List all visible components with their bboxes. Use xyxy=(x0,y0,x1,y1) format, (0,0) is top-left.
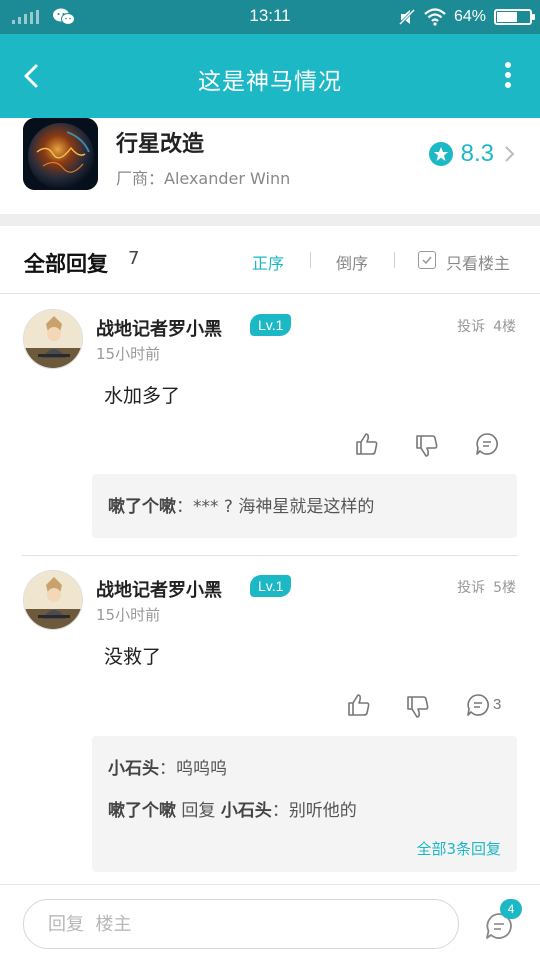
reply-post: 战地记者罗小黑 Lv.1 15小时前 投诉 4楼 水加多了 嗽了个嗽：*** ?… xyxy=(0,295,540,555)
mute-icon xyxy=(398,8,416,26)
sub-reply[interactable]: 嗽了个嗽 回复 小石头：别听他的 xyxy=(108,796,357,821)
thumbs-up-icon[interactable] xyxy=(354,431,380,457)
sub-reply-author[interactable]: 小石头 xyxy=(108,759,159,779)
section-divider xyxy=(0,214,540,226)
sub-reply[interactable]: 小石头：呜呜呜 xyxy=(108,754,227,779)
comment-icon[interactable] xyxy=(465,692,491,718)
battery-percent: 64% xyxy=(453,8,486,25)
report-link[interactable]: 投诉 xyxy=(457,316,485,336)
replies-title: 全部回复 xyxy=(24,252,108,276)
rating-score: 8.3 xyxy=(460,140,494,167)
sort-ascending-tab[interactable]: 正序 xyxy=(252,250,284,274)
divider xyxy=(310,252,311,268)
game-rating[interactable]: 8.3 xyxy=(428,140,516,168)
all-replies-link[interactable]: 全部3条回复 xyxy=(416,838,501,859)
thumbs-down-icon[interactable] xyxy=(405,694,431,720)
sub-reply-verb: 回复 xyxy=(181,801,216,821)
more-vertical-icon[interactable] xyxy=(504,62,512,90)
thumbs-up-icon[interactable] xyxy=(346,692,372,718)
sub-reply-target[interactable]: 小石头 xyxy=(221,801,272,821)
replies-header: 全部回复 7 正序 倒序 只看楼主 xyxy=(0,226,540,294)
avatar[interactable] xyxy=(23,309,83,369)
unread-badge: 4 xyxy=(500,899,522,919)
reply-input[interactable] xyxy=(23,899,459,949)
page-title: 这是神马情况 xyxy=(198,69,342,95)
owner-only-checkbox[interactable] xyxy=(418,251,436,269)
level-badge: Lv.1 xyxy=(250,575,292,597)
game-info-card[interactable]: 行星改造 厂商：Alexander Winn 8.3 xyxy=(0,118,540,214)
floor-number: 5楼 xyxy=(493,580,516,596)
post-time: 15小时前 xyxy=(96,606,161,624)
sub-reply-text: 呜呜呜 xyxy=(176,759,227,779)
chevron-right-icon xyxy=(505,146,515,162)
report-link[interactable]: 投诉 xyxy=(457,577,485,597)
status-icons: 64% xyxy=(398,6,535,28)
username[interactable]: 战地记者罗小黑 xyxy=(96,315,222,341)
post-meta: 投诉 5楼 xyxy=(457,577,516,597)
sub-reply-author[interactable]: 嗽了个嗽 xyxy=(108,497,176,517)
post-body: 没救了 xyxy=(104,646,162,668)
replies-count: 7 xyxy=(128,248,140,269)
sub-reply-text: *** ? 海神星就是这样的 xyxy=(193,497,375,517)
username[interactable]: 战地记者罗小黑 xyxy=(96,576,222,602)
level-badge: Lv.1 xyxy=(250,314,292,336)
sub-replies-box[interactable]: 嗽了个嗽：*** ? 海神星就是这样的 xyxy=(92,474,517,538)
post-meta: 投诉 4楼 xyxy=(457,316,516,336)
avatar[interactable] xyxy=(23,570,83,630)
sub-reply[interactable]: 嗽了个嗽：*** ? 海神星就是这样的 xyxy=(108,492,374,517)
comment-count: 3 xyxy=(493,696,502,713)
bottom-bar: 4 xyxy=(0,884,540,960)
game-icon[interactable] xyxy=(23,118,98,190)
comment-icon[interactable] xyxy=(474,431,500,457)
divider xyxy=(394,252,395,268)
sub-reply-author[interactable]: 嗽了个嗽 xyxy=(108,801,176,821)
game-developer: 厂商：Alexander Winn xyxy=(116,169,291,188)
sub-reply-text: 别听他的 xyxy=(288,801,357,821)
thumbs-down-icon[interactable] xyxy=(414,433,440,459)
reply-post: 战地记者罗小黑 Lv.1 15小时前 投诉 5楼 没救了 3 小石头：呜呜呜 嗽… xyxy=(0,556,540,884)
sort-descending-tab[interactable]: 倒序 xyxy=(336,250,368,274)
status-bar: 13:11 64% xyxy=(0,0,540,34)
owner-only-label[interactable]: 只看楼主 xyxy=(446,250,510,274)
wifi-icon xyxy=(424,8,446,26)
star-icon xyxy=(428,142,453,166)
app-bar: 这是神马情况 xyxy=(0,34,540,118)
battery-icon xyxy=(494,9,535,25)
floor-number: 4楼 xyxy=(493,319,516,335)
game-name: 行星改造 xyxy=(116,132,205,157)
post-time: 15小时前 xyxy=(96,345,161,363)
post-body: 水加多了 xyxy=(104,385,181,407)
sub-replies-box[interactable]: 小石头：呜呜呜 嗽了个嗽 回复 小石头：别听他的 全部3条回复 xyxy=(92,736,517,872)
